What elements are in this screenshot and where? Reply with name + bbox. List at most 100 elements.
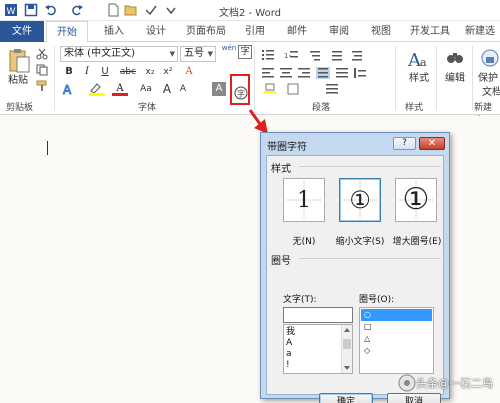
italic-button[interactable]: I <box>80 65 94 79</box>
svg-text:a: a <box>420 56 427 69</box>
ribbon-tabs: 文件 开始 插入 设计 页面布局 引用 邮件 审阅 视图 开发工具 新建选 <box>0 21 500 43</box>
group-separator <box>254 46 255 110</box>
enclose-characters-dialog: 带圈字符 ? ✕ 样式 1 ① ① 无(N) 缩小文字(S) 增大圈号(E) 圈… <box>260 132 450 403</box>
shrink-font-button[interactable]: A <box>176 82 190 96</box>
paragraph-group-label: 段落 <box>312 103 331 113</box>
style-enlarge-glyph: ① <box>402 182 430 217</box>
group-separator <box>395 46 396 110</box>
tab-insert[interactable]: 插入 <box>94 21 134 42</box>
tab-page-layout[interactable]: 页面布局 <box>178 21 234 42</box>
text-list[interactable]: 我 A a ! <box>283 324 353 374</box>
tab-file[interactable]: 文件 <box>0 21 44 42</box>
group-separator <box>436 46 437 110</box>
superscript-button[interactable]: x² <box>160 65 176 79</box>
protect-document-icon[interactable] <box>480 48 500 68</box>
highlight-color-icon[interactable] <box>88 82 108 96</box>
section-divider <box>299 258 441 259</box>
group-separator <box>54 46 55 110</box>
cancel-button[interactable]: 取消 <box>387 393 441 403</box>
ribbon: 粘贴 剪贴板 宋体 (中文正文) ▼ 五号 ▼ wén 字 B I U abc x₂… <box>0 42 500 126</box>
list-item[interactable]: a <box>286 349 292 359</box>
tab-references[interactable]: 引用 <box>238 21 272 42</box>
chevron-down-icon[interactable]: ▼ <box>208 47 213 61</box>
font-size-value: 五号 <box>184 48 204 59</box>
text-effects-icon[interactable]: A <box>62 82 78 97</box>
watermark: 头条@一石二鸟 <box>398 373 493 393</box>
clipboard-group-label: 剪贴板 <box>6 103 34 113</box>
style-enlarge-label[interactable]: 增大圈号(E) <box>389 234 445 247</box>
copy-icon[interactable] <box>36 64 48 76</box>
svg-text:A: A <box>63 83 72 96</box>
editing-button[interactable]: 编辑 <box>440 72 470 86</box>
protect-button-label-2: 文档 <box>482 87 500 98</box>
close-button[interactable]: ✕ <box>419 137 445 150</box>
style-none-label[interactable]: 无(N) <box>279 234 329 247</box>
character-border-button[interactable]: 字 <box>238 45 252 59</box>
style-shrink-glyph: ① <box>349 186 371 214</box>
font-color-button[interactable]: A <box>112 82 128 96</box>
format-painter-icon[interactable] <box>36 80 48 92</box>
window-title: 文档2 - Word <box>218 8 282 19</box>
style-shrink-label[interactable]: 缩小文字(S) <box>331 234 389 247</box>
title-bar: W 文档2 - Word <box>0 0 500 21</box>
scrollbar-arrows-icon <box>343 328 351 370</box>
style-option-shrink-text[interactable]: ① <box>339 178 381 222</box>
dialog-title: 带圈字符 <box>267 142 307 153</box>
protect-button-label[interactable]: 保护 <box>478 72 500 86</box>
style-none-glyph: 1 <box>297 188 311 213</box>
circle-section-label: 圈号 <box>271 256 291 267</box>
text-cursor <box>47 141 48 155</box>
clear-formatting-button[interactable]: A <box>182 65 196 79</box>
strikethrough-button[interactable]: abc <box>116 65 140 79</box>
tab-design[interactable]: 设计 <box>138 21 174 42</box>
help-button[interactable]: ? <box>393 137 416 150</box>
ok-button[interactable]: 确定 <box>319 393 373 403</box>
highlight-box <box>230 74 250 105</box>
cut-icon[interactable] <box>36 48 48 60</box>
tab-view[interactable]: 视图 <box>364 21 398 42</box>
font-name-value: 宋体 (中文正文) <box>64 48 135 59</box>
styles-group-label: 样式 <box>405 103 424 113</box>
grow-font-button[interactable]: A <box>160 82 174 96</box>
text-field-label: 文字(T): <box>283 295 317 305</box>
chevron-down-icon[interactable]: ▼ <box>170 47 175 61</box>
circle-list[interactable]: ○ □ △ ◇ <box>359 307 434 374</box>
styles-icon[interactable]: Aa <box>407 48 431 70</box>
paste-button[interactable]: 粘贴 <box>4 74 32 88</box>
styles-button[interactable]: 样式 <box>403 72 435 86</box>
style-option-enlarge-symbol[interactable]: ① <box>395 178 437 222</box>
underline-button[interactable]: U <box>98 65 112 79</box>
list-item[interactable]: A <box>286 338 292 348</box>
tab-developer[interactable]: 开发工具 <box>404 21 456 42</box>
style-option-none[interactable]: 1 <box>283 178 325 222</box>
dialog-body: 样式 1 ① ① 无(N) 缩小文字(S) 增大圈号(E) 圈号 文字(T): … <box>266 155 445 403</box>
phonetic-guide-button[interactable]: wén <box>220 44 238 58</box>
binoculars-icon[interactable] <box>446 48 464 66</box>
paragraph-buttons[interactable]: 1- <box>260 48 390 96</box>
text-list-scrollbar[interactable] <box>341 325 352 373</box>
list-item[interactable]: ◇ <box>361 345 432 357</box>
style-section-label: 样式 <box>271 164 291 175</box>
change-case-button[interactable]: Aa <box>136 82 156 96</box>
watermark-text: 头条@一石二鸟 <box>416 377 493 390</box>
section-divider <box>299 166 441 167</box>
list-item[interactable]: □ <box>361 321 432 333</box>
list-item[interactable]: △ <box>361 333 432 345</box>
bold-button[interactable]: B <box>62 65 76 79</box>
list-item[interactable]: ! <box>286 360 290 370</box>
character-shading-button[interactable]: A <box>212 82 226 96</box>
group-separator <box>472 46 473 110</box>
text-input[interactable] <box>283 307 353 323</box>
tab-home[interactable]: 开始 <box>46 21 88 43</box>
tab-new[interactable]: 新建选 <box>460 21 500 42</box>
watermark-logo-icon <box>398 374 416 392</box>
font-size-combo[interactable]: 五号 ▼ <box>180 46 216 62</box>
font-name-combo[interactable]: 宋体 (中文正文) ▼ <box>60 46 178 62</box>
tab-review[interactable]: 审阅 <box>322 21 356 42</box>
list-item[interactable]: ○ <box>361 309 432 321</box>
tab-mailings[interactable]: 邮件 <box>280 21 314 42</box>
paste-icon[interactable] <box>8 48 30 74</box>
subscript-button[interactable]: x₂ <box>142 65 158 79</box>
font-group-label: 字体 <box>138 103 157 113</box>
list-item[interactable]: 我 <box>286 327 295 337</box>
